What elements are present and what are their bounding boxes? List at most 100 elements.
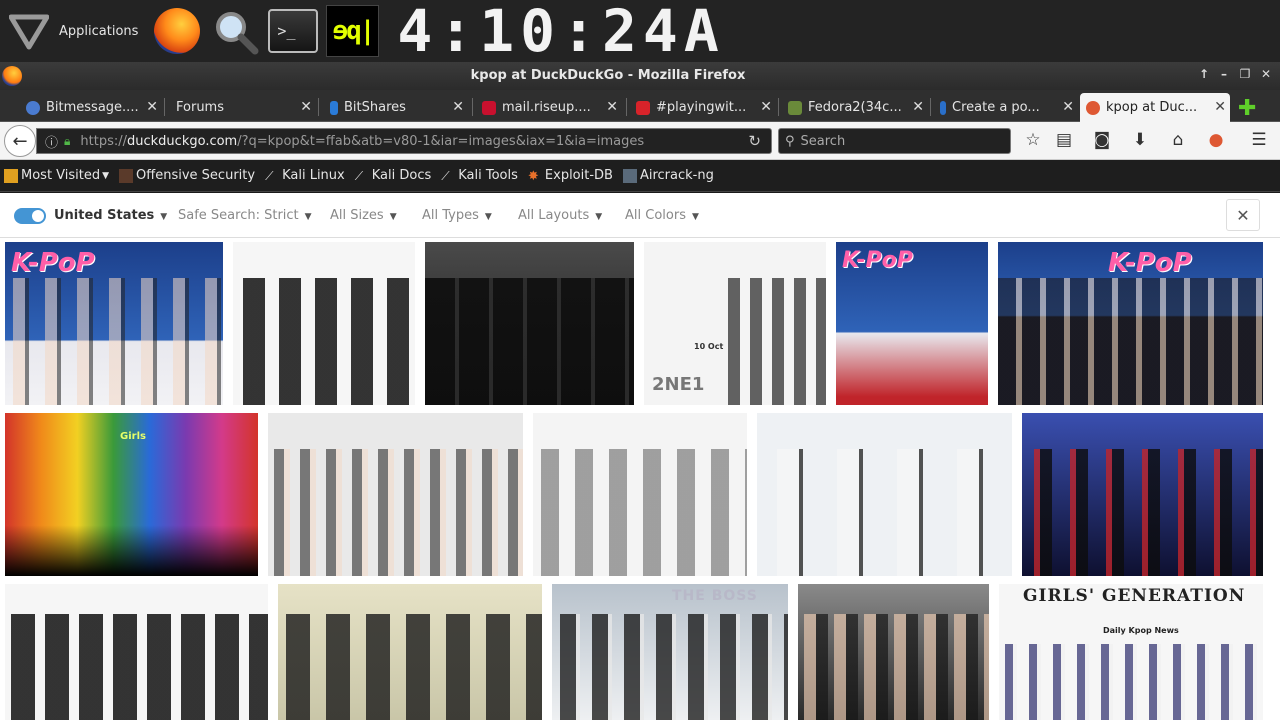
bookmark-aircrack-ng[interactable]: Aircrack-ng: [622, 168, 714, 183]
terminal-launcher-icon[interactable]: >_: [268, 6, 319, 56]
tab-label: BitShares: [344, 100, 406, 115]
duckduckgo-favicon-icon: [1086, 100, 1100, 115]
types-dropdown[interactable]: All Types ▼: [422, 208, 492, 223]
bookmark-kali-docs[interactable]: ⟋ Kali Docs: [355, 168, 432, 183]
kali-dragon-icon: ⟋: [354, 168, 364, 183]
bookmark-offensive-security[interactable]: Offensive Security: [119, 168, 255, 183]
bookmark-kali-linux[interactable]: ⟋ Kali Linux: [265, 168, 345, 183]
pocket-icon[interactable]: ◙: [1091, 130, 1113, 150]
layouts-dropdown[interactable]: All Layouts ▼: [518, 208, 602, 223]
search-placeholder: Search: [800, 133, 846, 149]
image-text: 10 Oct: [694, 342, 724, 351]
bookmark-exploit-db[interactable]: ✸ Exploit-DB: [528, 168, 613, 184]
safe-search-dropdown[interactable]: Safe Search: Strict ▼: [178, 208, 312, 223]
bookmark-label: Aircrack-ng: [639, 168, 714, 183]
bookmark-most-visited[interactable]: Most Visited ▼: [4, 168, 109, 183]
tab-label: mail.riseup....: [502, 100, 591, 115]
hamburger-menu-icon[interactable]: ☰: [1248, 130, 1270, 150]
close-tab-icon[interactable]: ✕: [146, 99, 158, 115]
image-result[interactable]: THE BOSS: [552, 584, 788, 720]
close-tab-icon[interactable]: ✕: [300, 99, 312, 115]
image-result[interactable]: [757, 413, 1012, 576]
image-result[interactable]: 10 Oct 2NE1: [644, 242, 826, 405]
image-result[interactable]: K-PoP: [998, 242, 1263, 405]
window-maximize-button[interactable]: ❐: [1237, 67, 1253, 81]
bookmark-label: Kali Linux: [282, 168, 345, 183]
tab-playingwith[interactable]: #playingwit... ✕: [630, 93, 776, 122]
duckduckgo-extension-icon[interactable]: ●: [1205, 130, 1227, 150]
kali-applications-icon[interactable]: [8, 11, 50, 51]
image-text: K-PoP: [11, 248, 95, 278]
search-icon: ⚲: [785, 133, 795, 149]
close-tab-icon[interactable]: ✕: [760, 99, 772, 115]
image-result[interactable]: Girls: [5, 413, 258, 576]
tab-riseup-mail[interactable]: mail.riseup.... ✕: [476, 93, 622, 122]
browser-search-field[interactable]: ⚲ Search: [778, 128, 1011, 154]
image-result[interactable]: [1022, 413, 1263, 576]
tab-bitmessage[interactable]: Bitmessage.... ✕: [20, 93, 162, 122]
panel-clock: 4:10:24A: [397, 0, 725, 65]
tab-bitshares[interactable]: BitShares ✕: [324, 93, 468, 122]
window-raise-button[interactable]: ↑: [1196, 67, 1212, 81]
back-arrow-icon[interactable]: ←: [4, 125, 36, 157]
image-result[interactable]: [798, 584, 989, 720]
home-icon[interactable]: ⌂: [1167, 130, 1189, 150]
image-result[interactable]: [533, 413, 747, 576]
sizes-dropdown[interactable]: All Sizes ▼: [330, 208, 397, 223]
close-filter-icon[interactable]: ✕: [1226, 199, 1260, 231]
chevron-down-icon: ▼: [102, 170, 110, 181]
downloads-arrow-icon[interactable]: ⬇: [1129, 130, 1151, 150]
chevron-down-icon: ▼: [595, 212, 603, 222]
new-tab-plus-icon[interactable]: ✚: [1238, 96, 1256, 121]
image-result[interactable]: K-PoP: [836, 242, 988, 405]
image-text: K-PoP: [842, 248, 913, 273]
close-tab-icon[interactable]: ✕: [452, 99, 464, 115]
url-text[interactable]: https://duckduckgo.com/?q=kpop&t=ffab&at…: [80, 134, 644, 149]
chevron-down-icon: ▼: [304, 212, 312, 222]
close-tab-icon[interactable]: ✕: [1214, 99, 1226, 115]
tab-fedora[interactable]: Fedora2(34c... ✕: [782, 93, 928, 122]
applications-menu[interactable]: Applications: [59, 24, 138, 39]
image-result[interactable]: K-PoP: [5, 242, 223, 405]
aircrack-icon: [622, 168, 637, 183]
image-result[interactable]: [268, 413, 523, 576]
colors-dropdown[interactable]: All Colors ▼: [625, 208, 699, 223]
bookmark-label: Most Visited: [21, 168, 101, 183]
image-text: 2NE1: [652, 374, 705, 395]
tab-label: Fedora2(34c...: [808, 100, 902, 115]
tab-forums[interactable]: Forums ✕: [170, 93, 316, 122]
riseup-favicon-icon: [482, 100, 496, 115]
image-result[interactable]: [278, 584, 542, 720]
window-minimize-button[interactable]: –: [1216, 67, 1232, 81]
youtube-favicon-icon: [636, 100, 650, 115]
close-tab-icon[interactable]: ✕: [1062, 99, 1074, 115]
window-close-button[interactable]: ✕: [1258, 67, 1274, 81]
navigation-toolbar: ← ⓘ 🔒︎ https://duckduckgo.com/?q=kpop&t=…: [0, 122, 1280, 160]
bookmark-star-icon[interactable]: ☆: [1022, 130, 1044, 150]
tab-kpop-duckduckgo[interactable]: kpop at Duc... ✕: [1080, 93, 1230, 122]
image-result[interactable]: [425, 242, 634, 405]
bookmark-kali-tools[interactable]: ⟋ Kali Tools: [441, 168, 518, 183]
image-results-grid: K-PoP 10 Oct 2NE1 K-PoP K-PoP Girls THE …: [0, 238, 1280, 720]
region-dropdown[interactable]: United States ▼: [54, 208, 167, 223]
chevron-down-icon: ▼: [160, 212, 168, 222]
page-info-icon[interactable]: ⓘ: [45, 132, 58, 151]
image-result[interactable]: GIRLS' GENERATION Daily Kpop News: [999, 584, 1263, 720]
tab-label: Bitmessage....: [46, 100, 139, 115]
tab-create-post[interactable]: Create a po... ✕: [934, 93, 1078, 122]
url-bar[interactable]: ⓘ 🔒︎ https://duckduckgo.com/?q=kpop&t=ff…: [36, 128, 772, 154]
region-toggle[interactable]: [14, 208, 46, 224]
image-text: GIRLS' GENERATION: [1023, 586, 1246, 606]
firefox-launcher-icon[interactable]: [152, 6, 202, 56]
image-result[interactable]: [5, 584, 268, 720]
close-tab-icon[interactable]: ✕: [912, 99, 924, 115]
image-result[interactable]: [233, 242, 415, 405]
desktop-top-panel: Applications >_ ɘq| 4:10:24A: [0, 0, 1280, 62]
search-launcher-icon[interactable]: [210, 6, 260, 56]
close-tab-icon[interactable]: ✕: [606, 99, 618, 115]
reading-list-icon[interactable]: ▤: [1053, 130, 1075, 150]
secure-lock-icon[interactable]: 🔒︎: [64, 134, 70, 149]
tab-label: kpop at Duc...: [1106, 100, 1198, 115]
reload-icon[interactable]: ↻: [748, 132, 761, 150]
chevron-down-icon: ▼: [691, 212, 699, 222]
